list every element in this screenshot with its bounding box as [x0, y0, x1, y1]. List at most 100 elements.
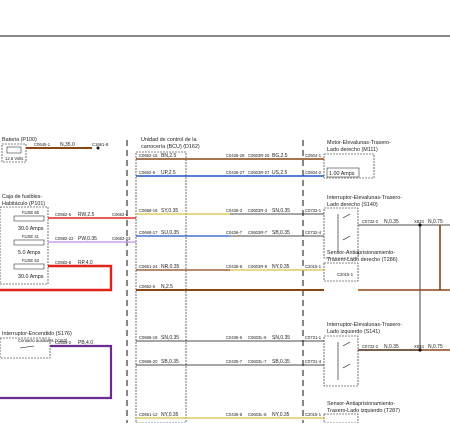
- wire-ign: [0, 344, 113, 400]
- caja-fusibles-label-2: Habitáculo (P101): [2, 201, 45, 207]
- fuse-41-rating: 5.0 Amps: [18, 250, 41, 256]
- r3-wire-b: SN,0.35: [272, 208, 290, 214]
- interruptor-td-label-2: Lado derecho (S140): [327, 202, 378, 208]
- bateria-volts: 12.6 Volts: [5, 156, 23, 161]
- fuse-41-label: FUSE 41: [22, 234, 40, 239]
- r2-wire-a: UP,2.5: [161, 170, 176, 176]
- fuse65-connector-1: C0582-5: [55, 212, 72, 217]
- r3-wire-c: N,0.35: [384, 219, 399, 225]
- r7-wire-c: N,0.35: [384, 344, 399, 350]
- r1-c3: C0603R-26: [248, 153, 270, 158]
- r2-c1: C0662-5: [139, 170, 156, 175]
- r4-c4: C0732-4: [305, 230, 322, 235]
- bcu-label-2: carrocería (BCU) (D162): [141, 144, 200, 150]
- sensor-ti-label-1: Sensor-Antiaprisionamiento-: [327, 401, 395, 407]
- wiring-diagram: Bateria (P100) 12.6 Volts C0645-1 N,35.0…: [0, 35, 450, 423]
- r9-wire-b: NY,0.35: [272, 412, 290, 418]
- r8-wire-a: SB,0.35: [161, 359, 179, 365]
- interruptor-s141: Interruptor-Elevalunas-Trasero- Lado izq…: [323, 322, 402, 387]
- motor-m111: Motor-Elevalunas-Trasero- Lado derecho (…: [323, 140, 391, 179]
- motor-rating: 1.00 Amps: [329, 171, 355, 177]
- fuse-65: FUSE 65 30.0 Amps: [13, 210, 45, 232]
- r2-c3: C0603R-27: [248, 170, 270, 175]
- fuse-53: FUSE 53 30.0 Amps: [13, 258, 45, 280]
- fuse-41: FUSE 41 5.0 Amps: [13, 234, 45, 256]
- bateria-connector-1: C0645-1: [34, 142, 51, 147]
- interruptor-s140: Interruptor-Elevalunas-Trasero- Lado der…: [323, 195, 402, 259]
- sensor-t286: Sensor-Antiaprisionamiento- Trasero-Lado…: [323, 250, 398, 282]
- r8-c2: C0435-7: [226, 359, 243, 364]
- ign-wire-label: PB,4.0: [78, 340, 93, 346]
- r3-c5: C0732-2: [362, 219, 379, 224]
- r4-c2: C0436-7: [226, 230, 243, 235]
- sensor-td-label-2: Trasero-Lado derecho (T286): [327, 257, 398, 263]
- fuse53-wire-label: RP,4.0: [78, 260, 93, 266]
- r9-c4: C2015-1: [305, 412, 322, 417]
- bcu-d162: Unidad de control de la carrocería (BCU)…: [135, 137, 200, 423]
- r7-c1: C0668-18: [139, 335, 158, 340]
- r5-wire-a: NR,0.35: [161, 264, 180, 270]
- r5-c3: C0603R-8: [248, 264, 268, 269]
- r3-c4: C0732-1: [305, 208, 322, 213]
- fuse41-connector-2: C0662-23: [112, 236, 131, 241]
- motor-label-2: Lado derecho (M111): [327, 147, 378, 153]
- r5-c5: C2015-1: [337, 272, 354, 277]
- r1-wire-a: BN,2.5: [161, 153, 177, 159]
- bateria-wire-label: N,35.0: [60, 142, 75, 148]
- interruptor-td-label-1: Interruptor-Elevalunas-Trasero-: [327, 195, 402, 201]
- r5-c2: C0436-8: [226, 264, 243, 269]
- r2-wire-b: US,2.5: [272, 170, 288, 176]
- r3-c6: X834: [414, 219, 424, 224]
- r9-c2: C0436-8: [226, 412, 243, 417]
- r1-c1: C0662-15: [139, 153, 158, 158]
- r7-c5: C0732-2: [362, 344, 379, 349]
- fuse53-connector-1: C0582-8: [55, 260, 72, 265]
- r4-wire-b: SB,0.35: [272, 230, 290, 236]
- r2-c4: C0504-2: [305, 170, 322, 175]
- sensor-ti-label-2: Trasero-Lado izquierdo (T287): [327, 408, 400, 414]
- r7-c2: C0436-6: [226, 335, 243, 340]
- sensor-td-label-1: Sensor-Antiaprisionamiento-: [327, 250, 395, 256]
- r2-c2: C0436-27: [226, 170, 245, 175]
- r9-c1: C0661-12: [139, 412, 158, 417]
- r8-wire-b: SB,0.35: [272, 359, 290, 365]
- r1-c2: C0436-26: [226, 153, 245, 158]
- fuse-53-rating: 30.0 Amps: [18, 274, 44, 280]
- caja-fusibles-label-1: Caja de fusibles-: [2, 194, 42, 200]
- caja-fusibles-p101: Caja de fusibles- Habitáculo (P101): [0, 194, 49, 285]
- interruptor-ti-label-2: Lado izquierdo (S141): [327, 329, 380, 335]
- r7-wire-a: SN,0.35: [161, 335, 179, 341]
- fuse65-connector-2: C0662-4: [112, 212, 129, 217]
- r9-c3: C0603L-8: [248, 412, 267, 417]
- fuse65-wire-label: RW,2.5: [78, 212, 95, 218]
- ign-connector-1: C0559-2: [55, 340, 72, 345]
- fuse41-wire-label: PW,0.35: [78, 236, 97, 242]
- bateria-p100: Bateria (P100) 12.6 Volts: [1, 137, 37, 163]
- r3-c2: C0436-3: [226, 208, 243, 213]
- interruptor-encendido-label: Interruptor-Encendido (S176): [2, 331, 72, 337]
- r7-wire-d: N,0.75: [428, 344, 443, 350]
- r1-wire-b: BG,2.5: [272, 153, 288, 159]
- wire-fuse53: [0, 264, 113, 292]
- bcu-label-1: Unidad de control de la: [141, 137, 196, 143]
- r5-wire-b: NY,0.35: [272, 264, 290, 270]
- r5-c4: C2015-1: [305, 264, 322, 269]
- fuse41-connector-1: C0582-22: [55, 236, 74, 241]
- r3-c1: C0668-18: [139, 208, 158, 213]
- r4-wire-a: SU,0.35: [161, 230, 179, 236]
- r7-c3: C0603L-6: [248, 335, 267, 340]
- interruptor-ti-label-1: Interruptor-Elevalunas-Trasero-: [327, 322, 402, 328]
- motor-label-1: Motor-Elevalunas-Trasero-: [327, 140, 391, 146]
- r1-c4: C0504-1: [305, 153, 322, 158]
- bateria-label: Bateria (P100): [2, 137, 37, 143]
- r4-c1: C0668-17: [139, 230, 158, 235]
- fuse-53-label: FUSE 53: [22, 258, 40, 263]
- r4-c3: C0603R-7: [248, 230, 268, 235]
- r6-c1: C0662-6: [139, 284, 156, 289]
- r9-wire-a: NY,0.35: [161, 412, 179, 418]
- r3-c3: C0603R-3: [248, 208, 268, 213]
- r7-c6: X834: [414, 344, 424, 349]
- r3-wire-d: N,0.75: [428, 219, 443, 225]
- r7-wire-b: SN,0.35: [272, 335, 290, 341]
- r6-wire-a: N,2.5: [161, 284, 173, 290]
